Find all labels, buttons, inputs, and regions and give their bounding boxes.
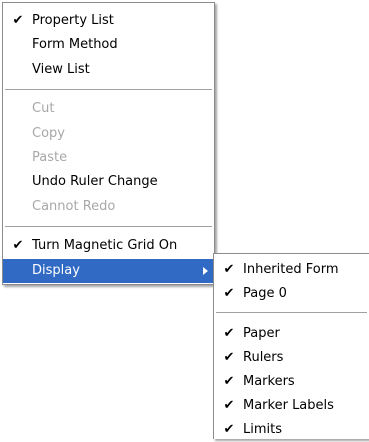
menu-item-magnetic-grid[interactable]: ✔ Turn Magnetic Grid On <box>3 234 214 258</box>
checkmark-icon: ✔ <box>223 262 235 277</box>
menu-item-cannot-redo: Cannot Redo <box>3 195 214 219</box>
menu-item-label: Turn Magnetic Grid On <box>32 238 178 254</box>
menu-item-label: Cannot Redo <box>32 198 116 214</box>
menu-item-label: View List <box>32 61 90 77</box>
menu-item-label: Markers <box>243 374 295 389</box>
menu-item-label: Display <box>32 262 80 278</box>
checkmark-icon: ✔ <box>223 326 235 341</box>
menu-item-label: Cut <box>32 101 55 117</box>
menu-item-label: Form Method <box>32 37 118 53</box>
submenu-item-marker-labels[interactable]: ✔ Marker Labels <box>214 394 369 418</box>
display-submenu: ✔ Inherited Form ✔ Page 0 ✔ Paper ✔ Rule… <box>213 253 369 439</box>
checkmark-icon: ✔ <box>223 286 235 301</box>
checkmark-icon: ✔ <box>223 398 235 413</box>
context-menu: ✔ Property List Form Method View List Cu… <box>2 2 215 285</box>
submenu-arrow-icon <box>203 266 208 275</box>
checkmark-icon: ✔ <box>223 350 235 365</box>
menu-item-display[interactable]: Display <box>3 258 214 283</box>
menu-item-label: Copy <box>32 125 65 141</box>
menu-item-property-list[interactable]: ✔ Property List <box>3 9 214 33</box>
checkmark-icon: ✔ <box>12 238 24 254</box>
submenu-item-markers[interactable]: ✔ Markers <box>214 370 369 394</box>
checkmark-icon: ✔ <box>223 422 235 437</box>
checkmark-icon: ✔ <box>12 13 24 28</box>
menu-item-cut: Cut <box>3 97 214 121</box>
submenu-item-rulers[interactable]: ✔ Rulers <box>214 346 369 370</box>
submenu-item-limits[interactable]: ✔ Limits <box>214 418 369 442</box>
menu-item-label: Rulers <box>243 350 284 365</box>
menu-separator <box>5 89 212 91</box>
menu-separator <box>216 312 367 313</box>
menu-item-label: Marker Labels <box>243 398 334 413</box>
menu-item-undo-ruler-change[interactable]: Undo Ruler Change <box>3 170 214 194</box>
submenu-item-inherited-form[interactable]: ✔ Inherited Form <box>214 258 369 282</box>
menu-item-label: Page 0 <box>243 286 287 301</box>
submenu-item-paper[interactable]: ✔ Paper <box>214 322 369 346</box>
menu-item-label: Property List <box>32 13 114 28</box>
submenu-item-page-0[interactable]: ✔ Page 0 <box>214 282 369 306</box>
menu-item-paste: Paste <box>3 146 214 170</box>
menu-item-view-list[interactable]: View List <box>3 58 214 82</box>
menu-item-label: Paper <box>243 326 280 341</box>
menu-separator <box>5 226 212 228</box>
menu-item-label: Paste <box>32 149 68 165</box>
menu-item-form-method[interactable]: Form Method <box>3 33 214 57</box>
checkmark-icon: ✔ <box>223 374 235 389</box>
menu-item-copy: Copy <box>3 122 214 146</box>
menu-item-label: Undo Ruler Change <box>32 174 158 190</box>
menu-item-label: Limits <box>243 422 282 437</box>
menu-item-label: Inherited Form <box>243 262 339 277</box>
